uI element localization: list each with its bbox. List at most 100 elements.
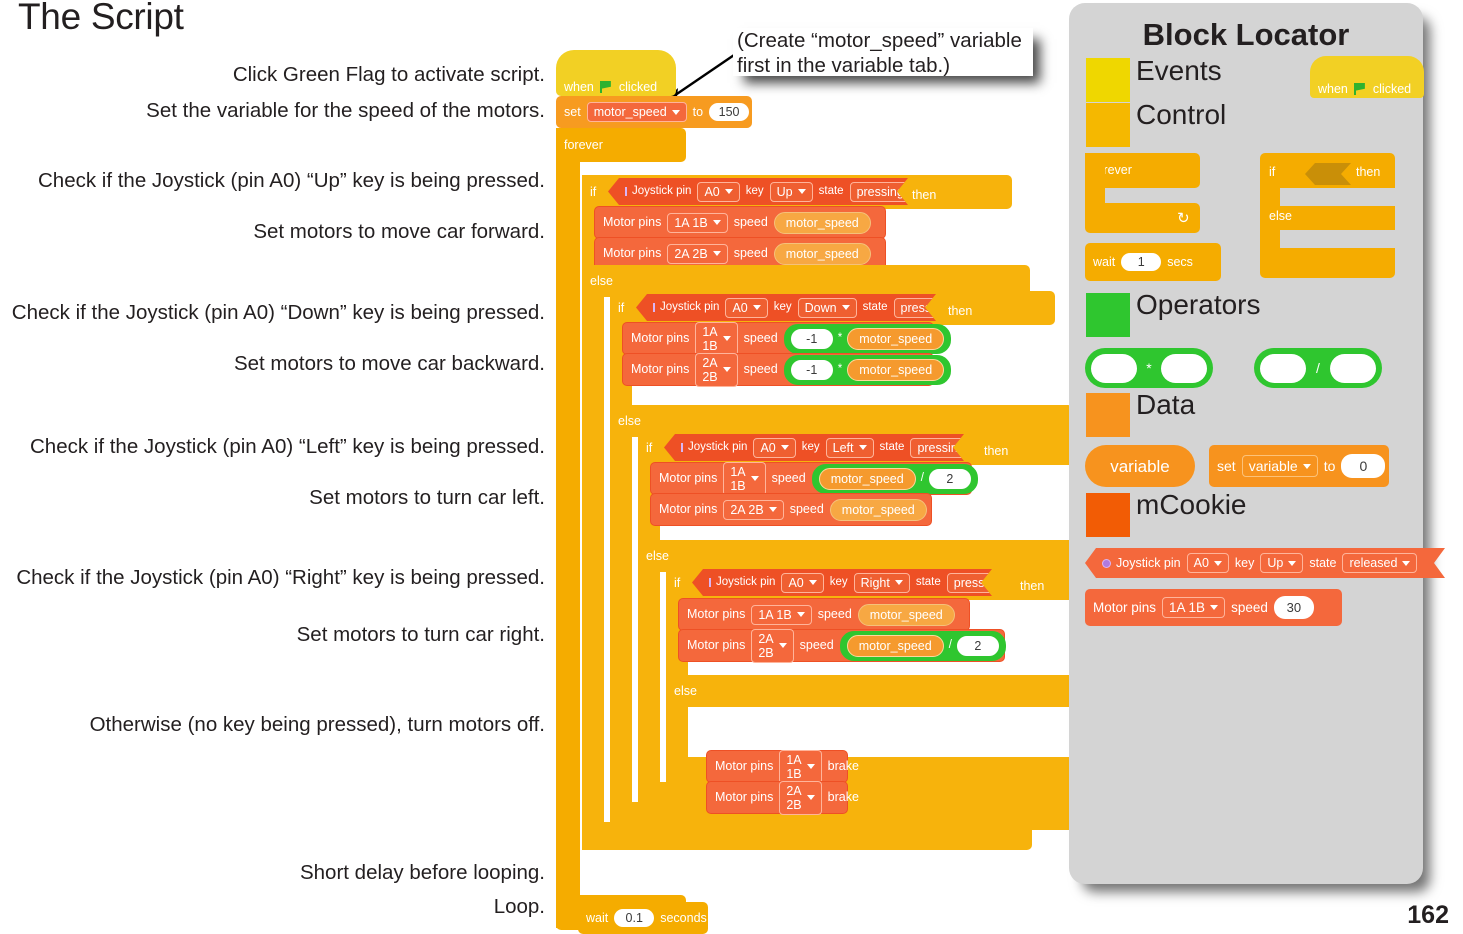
motor-pins-dropdown[interactable]: 1A 1B	[1162, 597, 1226, 618]
operator-multiply-block[interactable]: -1 * motor_speed	[783, 323, 952, 354]
locator-else-label: else	[1269, 207, 1292, 225]
key-label: key	[745, 184, 764, 197]
key-label: key	[773, 300, 792, 313]
speed-variable[interactable]: motor_speed	[773, 211, 871, 234]
motor-pins-dropdown[interactable]: 2A 2B	[695, 352, 738, 387]
motor-pins-block[interactable]: Motor pins 1A 1B speed motor_speed	[678, 598, 970, 631]
locator-operator-block-divide[interactable]: /	[1254, 348, 1382, 388]
chevron-down-icon	[778, 643, 787, 648]
motor-pins-block[interactable]: Motor pins 2A 2B speed -1 * motor_speed	[622, 352, 952, 387]
set-variable-value[interactable]: 150	[709, 103, 750, 121]
category-label-data: Data	[1136, 389, 1196, 420]
locator-set-variable-block[interactable]: set variable to 0	[1209, 445, 1389, 487]
joystick-state-dropdown[interactable]: released	[1342, 553, 1417, 573]
operator-divide-block[interactable]: motor_speed / 2	[811, 463, 978, 494]
motor-pins-dropdown[interactable]: 1A 1B	[667, 212, 728, 233]
operand-left[interactable]: -1	[790, 359, 833, 380]
set-variable-dropdown[interactable]: motor_speed	[586, 102, 687, 122]
operand-slot-right[interactable]	[1329, 353, 1376, 383]
operand-right[interactable]: 2	[928, 468, 971, 489]
operand-left[interactable]: motor_speed	[818, 467, 916, 490]
operator-symbol: *	[837, 331, 843, 344]
joystick-pin-dropdown[interactable]: A0	[1187, 553, 1229, 573]
motor-pins-dropdown[interactable]: 2A 2B	[723, 499, 784, 520]
operand-right[interactable]: motor_speed	[847, 358, 945, 381]
motor-pins-block[interactable]: Motor pins 1A 1B speed motor_speed / 2	[650, 461, 978, 496]
operand-slot-left[interactable]	[1260, 353, 1306, 383]
if-label: if	[590, 184, 597, 199]
motor-pins-block[interactable]: Motor pins 2A 2B speed motor_speed / 2	[678, 628, 1006, 663]
brake-label: brake	[827, 759, 859, 774]
then-text: then	[1356, 165, 1381, 179]
when-label: when	[564, 79, 594, 94]
speed-variable[interactable]: motor_speed	[857, 603, 955, 626]
joystick-key-dropdown[interactable]: Right	[854, 573, 910, 593]
joystick-predicate[interactable]: Joystick pin A0 key Left state pressing	[664, 434, 964, 461]
locator-variable-reporter[interactable]: variable	[1085, 445, 1195, 487]
operand-left[interactable]: -1	[790, 328, 833, 349]
script-canvas[interactable]: whenclickedsetmotor_speedto150forever↺if…	[556, 50, 1156, 934]
locator-operator-block-multiply[interactable]: *	[1085, 348, 1213, 388]
motor-pins-dropdown[interactable]: 1A 1B	[695, 321, 738, 356]
joystick-pin-dropdown[interactable]: A0	[781, 573, 823, 593]
set-variable-value[interactable]: 0	[1341, 454, 1386, 478]
block-locator-title: Block Locator	[1142, 17, 1350, 52]
joystick-pin-dropdown[interactable]: A0	[697, 182, 739, 202]
motor-pins-block[interactable]: Motor pins 2A 2B speed motor_speed	[650, 493, 932, 526]
operand-slot-left[interactable]	[1091, 353, 1137, 383]
operator-symbol: *	[837, 362, 843, 375]
forever-block[interactable]	[556, 128, 580, 928]
locator-joystick-predicate[interactable]: Joystick pin A0 key Up state released	[1085, 548, 1445, 578]
joystick-predicate[interactable]: Joystick pin A0 key Up state pressing	[608, 178, 908, 205]
set-variable-block[interactable]: set motor_speed to 150	[556, 96, 752, 128]
motor-pins-block[interactable]: Motor pins 2A 2B brake	[706, 780, 859, 815]
motor-pins-dropdown[interactable]: 2A 2B	[779, 780, 822, 815]
motor-speed-value[interactable]: 30	[1273, 596, 1314, 619]
key-label: key	[801, 440, 820, 453]
joystick-predicate[interactable]: Joystick pin A0 key Down state pressing	[636, 294, 936, 321]
when-green-flag-clicked-block[interactable]: when clicked	[556, 50, 676, 96]
locator-motor-pins-block[interactable]: Motor pins 1A 1B speed 30	[1085, 589, 1342, 626]
speed-variable[interactable]: motor_speed	[829, 498, 927, 521]
joystick-predicate[interactable]: Joystick pin A0 key Right state pressing	[692, 569, 992, 596]
motor-pins-dropdown[interactable]: 1A 1B	[723, 461, 766, 496]
motor-pins-dropdown[interactable]: 2A 2B	[667, 243, 728, 264]
else-label: else	[674, 683, 697, 698]
motor-pins-dropdown[interactable]: 1A 1B	[779, 749, 822, 784]
joystick-key-dropdown[interactable]: Down	[798, 298, 857, 318]
speed-variable[interactable]: motor_speed	[773, 242, 871, 265]
chevron-down-icon	[895, 580, 903, 585]
joystick-pin-dropdown[interactable]: A0	[753, 438, 795, 458]
joystick-key-dropdown[interactable]: Up	[770, 182, 813, 202]
locator-when-flag-clicked-block[interactable]: when clicked	[1310, 56, 1424, 98]
operand-right[interactable]: motor_speed	[847, 327, 945, 350]
then-label: then	[984, 442, 1008, 460]
then-label: then	[912, 186, 936, 204]
operand-left[interactable]: motor_speed	[846, 634, 944, 657]
locator-wait-block[interactable]: wait 1 secs	[1085, 243, 1221, 281]
operator-multiply-block[interactable]: -1 * motor_speed	[783, 354, 952, 385]
locator-forever-footer[interactable]: ↺	[1085, 203, 1200, 233]
state-label: state	[915, 575, 941, 588]
motor-pins-block[interactable]: Motor pins 1A 1B speed -1 * motor_speed	[622, 321, 952, 356]
motor-pins-dropdown[interactable]: 1A 1B	[751, 604, 812, 625]
joystick-pin-dropdown[interactable]: A0	[725, 298, 767, 318]
joystick-pin-label: Joystick pin	[688, 440, 748, 453]
wait-value[interactable]: 1	[1121, 253, 1162, 271]
operand-right[interactable]: 2	[956, 635, 999, 656]
motor-pins-dropdown[interactable]: 2A 2B	[751, 628, 794, 663]
joystick-key-dropdown[interactable]: Up	[1260, 553, 1303, 573]
motor-pins-block[interactable]: Motor pins 1A 1B speed motor_speed	[594, 206, 886, 239]
else-label: else	[646, 548, 669, 563]
set-variable-dropdown[interactable]: variable	[1241, 455, 1318, 477]
wait-block[interactable]: wait 0.1 seconds	[578, 902, 708, 934]
operator-divide-block[interactable]: motor_speed / 2	[839, 630, 1006, 661]
joystick-key-dropdown[interactable]: Left	[826, 438, 874, 458]
motor-pins-block[interactable]: Motor pins 1A 1B brake	[706, 749, 859, 784]
motor-pins-dropdown-text: 1A 1B	[786, 752, 802, 781]
operand-slot-right[interactable]	[1160, 353, 1207, 383]
speed-label: speed	[799, 638, 834, 653]
forever-header[interactable]: forever	[556, 128, 686, 162]
wait-value[interactable]: 0.1	[614, 909, 655, 927]
page-number: 162	[1407, 901, 1449, 929]
